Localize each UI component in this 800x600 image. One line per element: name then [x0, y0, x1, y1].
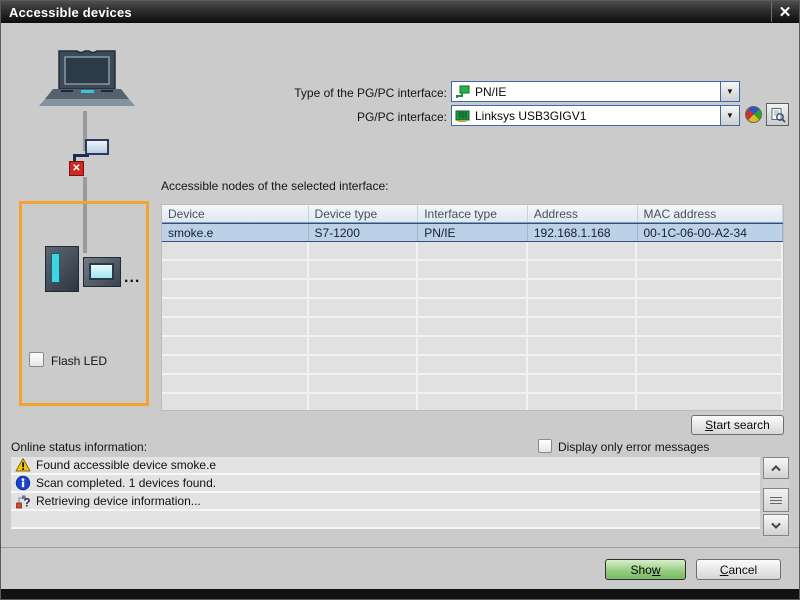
network-card-icon: [455, 110, 470, 122]
pgpc-interface-combobox[interactable]: Linksys USB3GIGV1 ▼: [451, 105, 740, 126]
show-button[interactable]: Show: [605, 559, 686, 580]
flash-led-label: Flash LED: [51, 354, 108, 368]
status-empty-row: [11, 511, 760, 529]
title-bar: Accessible devices: [1, 1, 799, 23]
device-cell: S7-1200: [309, 224, 419, 241]
pgpc-type-label: Type of the PG/PC interface:: [294, 86, 447, 100]
device-table-row[interactable]: smoke.e S7-1200 PN/IE 192.168.1.168 00-1C-06…: [162, 223, 783, 242]
status-message-text: Found accessible device smoke.e: [36, 458, 217, 472]
diagnostics-search-button[interactable]: [766, 103, 789, 126]
device-cell: smoke.e: [162, 224, 309, 241]
pgpc-interface-value: Linksys USB3GIGV1: [475, 108, 587, 123]
empty-table-row: [162, 280, 783, 299]
start-search-button[interactable]: Start search: [691, 415, 784, 435]
pgpc-type-dropdown-arrow[interactable]: ▼: [720, 82, 739, 101]
pnie-node-icon: [456, 85, 470, 98]
hmi-module-icon: [83, 257, 121, 287]
flash-led-checkbox[interactable]: [29, 352, 44, 370]
scroll-down-button[interactable]: [763, 514, 789, 536]
status-message-text: Scan completed. 1 devices found.: [36, 476, 217, 490]
network-adapter-icon: [85, 139, 109, 155]
col-header-device[interactable]: Device: [162, 205, 309, 222]
interface-settings-icon[interactable]: [745, 106, 762, 123]
error-filter-checkbox-box[interactable]: [538, 439, 552, 453]
empty-table-row: [162, 375, 783, 394]
plc-module-icon: [45, 246, 79, 292]
col-header-device-type[interactable]: Device type: [309, 205, 419, 222]
table-header-row: Device Device type Interface type Addres…: [162, 205, 783, 223]
status-message-list: Found accessible device smoke.e Scan comp…: [11, 457, 760, 529]
more-devices-ellipsis: ...: [124, 269, 141, 286]
online-status-label: Online status information:: [11, 440, 148, 454]
device-cell: PN/IE: [418, 224, 528, 241]
device-cell: 192.168.1.168: [528, 224, 638, 241]
device-cell: 00-1C-06-00-A2-34: [638, 224, 783, 241]
col-header-address[interactable]: Address: [528, 205, 638, 222]
empty-table-row: [162, 242, 783, 261]
close-icon: ✕: [778, 3, 792, 21]
accessible-nodes-table: Device Device type Interface type Addres…: [161, 204, 784, 411]
pgpc-interface-label: PG/PC interface:: [356, 110, 447, 124]
empty-table-row: [162, 318, 783, 337]
accessible-devices-dialog: Accessible devices ✕ ✕ ... Flash LED Typ…: [0, 0, 800, 600]
pgpc-interface-dropdown-arrow[interactable]: ▼: [720, 106, 739, 125]
empty-table-row: [162, 299, 783, 318]
svg-text:?: ?: [24, 498, 31, 510]
col-header-mac-address[interactable]: MAC address: [638, 205, 783, 222]
empty-table-row: [162, 394, 783, 410]
empty-table-row: [162, 261, 783, 280]
chevron-up-icon: [771, 464, 781, 471]
device-highlight-frame: [19, 201, 149, 406]
scrollbar-thumb[interactable]: [763, 488, 789, 512]
info-icon: [15, 475, 31, 491]
error-filter-label: Display only error messages: [558, 440, 710, 454]
error-filter-checkbox[interactable]: [538, 439, 552, 456]
status-scrollbar[interactable]: [763, 457, 789, 537]
laptop-icon: [39, 50, 135, 106]
warning-icon: [15, 457, 31, 473]
cancel-button[interactable]: Cancel: [696, 559, 781, 580]
empty-table-row: [162, 337, 783, 356]
col-header-interface-type[interactable]: Interface type: [418, 205, 528, 222]
hmi-screen: [89, 263, 114, 280]
document-magnifier-icon: [771, 107, 786, 123]
footer-divider: [1, 547, 799, 548]
accessible-nodes-label: Accessible nodes of the selected interfa…: [161, 179, 389, 193]
pgpc-type-value: PN/IE: [475, 84, 507, 99]
chevron-down-icon: [771, 522, 781, 529]
close-button[interactable]: ✕: [771, 1, 798, 22]
pgpc-type-combobox[interactable]: PN/IE ▼: [451, 81, 740, 102]
scroll-up-button[interactable]: [763, 457, 789, 479]
plc-led-strip: [51, 253, 60, 283]
retrieving-icon: ?: [15, 493, 31, 510]
empty-table-row: [162, 356, 783, 375]
status-message-text: Retrieving device information...: [36, 494, 201, 508]
flash-led-checkbox-box[interactable]: [29, 352, 44, 367]
dialog-title: Accessible devices: [9, 4, 132, 20]
status-message-row: ? Retrieving device information...: [11, 493, 760, 511]
window-bottom-edge: [1, 589, 799, 599]
status-message-row: Scan completed. 1 devices found.: [11, 475, 760, 493]
disconnected-badge-icon: ✕: [69, 161, 84, 176]
status-message-row: Found accessible device smoke.e: [11, 457, 760, 475]
